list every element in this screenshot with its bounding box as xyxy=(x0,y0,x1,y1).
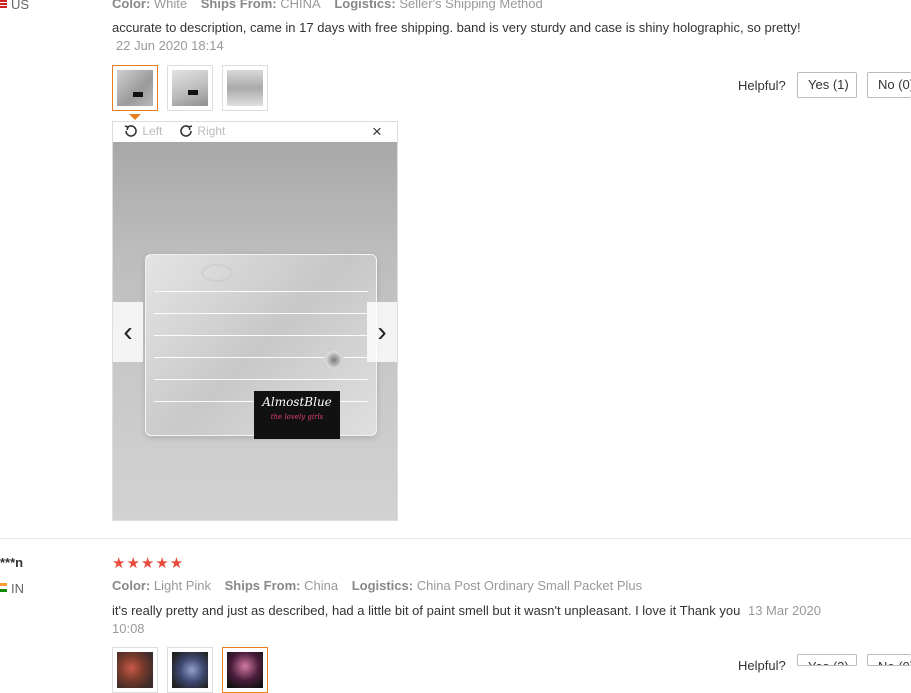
review-photo-thumb-2[interactable] xyxy=(167,647,213,693)
close-icon[interactable]: × xyxy=(372,122,382,142)
chevron-left-icon[interactable]: ‹ xyxy=(113,302,143,362)
ships-from-value: China xyxy=(304,578,339,593)
color-label: Color: xyxy=(112,578,151,593)
color-label: Color: xyxy=(112,0,151,11)
star-rating: ★★★★★ xyxy=(112,555,185,572)
rotate-right-label: Right xyxy=(197,124,226,138)
ships-from-label: Ships From: xyxy=(224,578,301,593)
color-value: Light Pink xyxy=(153,578,211,593)
viewer-toolbar: Left Right × xyxy=(113,122,397,142)
logistics-value: China Post Ordinary Small Packet Plus xyxy=(416,578,643,593)
rotate-left-button[interactable]: Left xyxy=(123,123,162,141)
review-photo-thumb-1[interactable] xyxy=(112,647,158,693)
logistics-label: Logistics: xyxy=(351,578,414,593)
review-meta: Color: Light Pink Ships From: China Logi… xyxy=(112,578,642,593)
helpful-no-button[interactable]: No (0) xyxy=(867,72,911,98)
photo-snap-button xyxy=(324,350,344,370)
helpful-yes-button[interactable]: Yes (1) xyxy=(797,72,857,98)
photo-wallet: AlmostBlue the lovely girls xyxy=(145,254,377,439)
review-text-block: accurate to description, came in 17 days… xyxy=(112,19,802,55)
review-divider xyxy=(0,538,911,539)
rotate-left-label: Left xyxy=(142,124,163,138)
rotate-right-icon xyxy=(180,125,193,137)
ships-from-value: CHINA xyxy=(280,0,321,11)
reviewer-country: IN xyxy=(11,581,24,596)
color-value: White xyxy=(153,0,188,11)
review-photo-thumb-3[interactable] xyxy=(222,65,268,111)
review-meta: Color: White Ships From: CHINA Logistics… xyxy=(112,0,543,11)
photo-viewer: Left Right × AlmostBlue the lovely girls xyxy=(112,121,398,521)
rotate-right-button[interactable]: Right xyxy=(178,123,225,141)
reviewer-country: US xyxy=(11,0,30,12)
review-photo-thumb-3[interactable] xyxy=(222,647,268,693)
active-thumb-caret xyxy=(129,114,141,120)
reviewer-name: ***n xyxy=(0,555,24,570)
flag-us-icon xyxy=(0,0,7,9)
review-text-block: it's really pretty and just as described… xyxy=(112,602,832,638)
helpful-yes-button[interactable]: Yes (2) xyxy=(797,654,857,666)
review-photo: AlmostBlue the lovely girls ‹ › xyxy=(113,142,397,520)
review-photo-thumb-2[interactable] xyxy=(167,65,213,111)
photo-brand-label: AlmostBlue the lovely girls xyxy=(254,391,340,439)
review-date: 22 Jun 2020 18:14 xyxy=(116,38,224,53)
logistics-label: Logistics: xyxy=(334,0,396,11)
rotate-left-icon xyxy=(124,125,137,137)
flag-in-icon xyxy=(0,583,7,592)
helpful-label: Helpful? xyxy=(738,78,786,93)
photo-brand-sub: the lovely girls xyxy=(270,413,324,421)
review-photo-thumb-1[interactable] xyxy=(112,65,158,111)
logistics-value: Seller's Shipping Method xyxy=(399,0,543,11)
helpful-no-button[interactable]: No (0) xyxy=(867,654,911,666)
review-text: it's really pretty and just as described… xyxy=(112,603,741,618)
ships-from-label: Ships From: xyxy=(200,0,277,11)
photo-brand-text: AlmostBlue xyxy=(262,395,332,409)
chevron-right-icon[interactable]: › xyxy=(367,302,397,362)
review-text: accurate to description, came in 17 days… xyxy=(112,20,801,35)
